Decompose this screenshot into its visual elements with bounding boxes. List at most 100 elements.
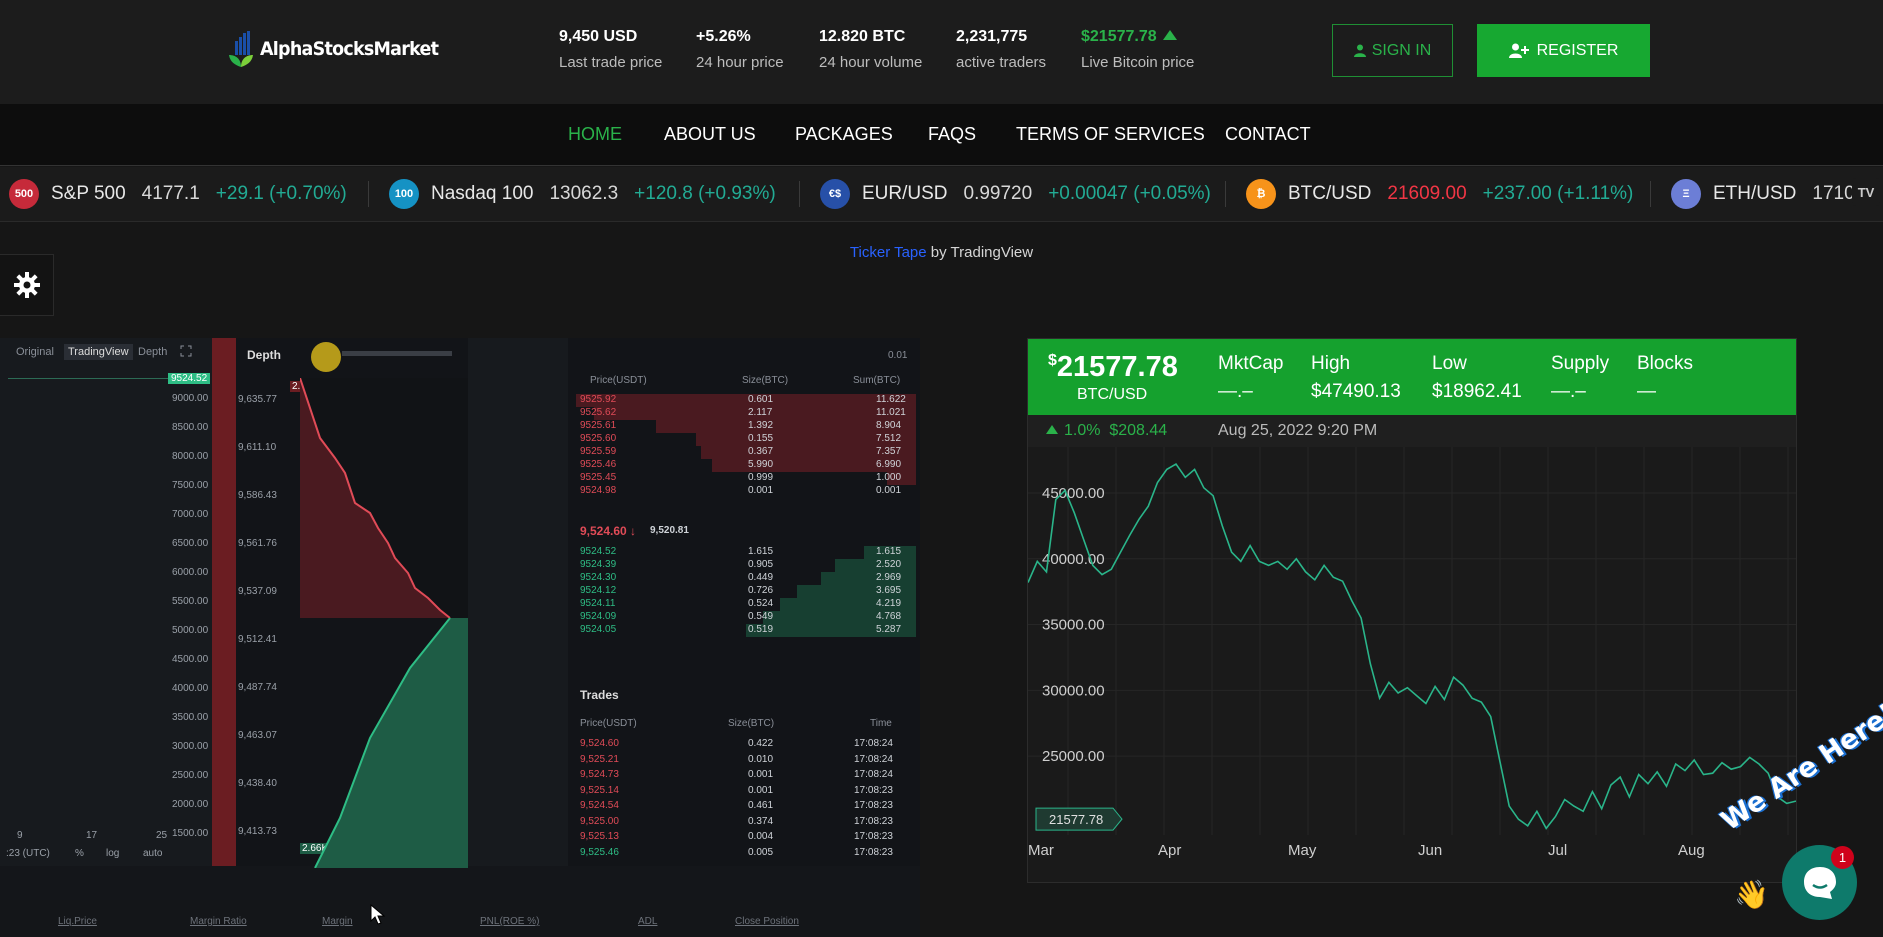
sign-in-label: SIGN IN bbox=[1371, 41, 1432, 59]
trades-header-size: Size(BTC) bbox=[728, 718, 775, 729]
lot-select[interactable]: 0.01 bbox=[888, 350, 907, 361]
top-header: AlphaStocksMarket 9,450 USD Last trade p… bbox=[0, 0, 1883, 104]
ticker-item-eurusd[interactable]: €$ EUR/USD 0.99720 +0.00047 (+0.05%) bbox=[820, 179, 1211, 209]
brand-name: AlphaStocksMarket bbox=[260, 38, 439, 60]
x-tick-label: Jul bbox=[1548, 842, 1567, 859]
ticker-item-nasdaq[interactable]: 100 Nasdaq 100 13062.3 +120.8 (+0.93%) bbox=[389, 179, 776, 209]
nav-about-us[interactable]: ABOUT US bbox=[664, 124, 756, 145]
nav-contact[interactable]: CONTACT bbox=[1225, 124, 1311, 145]
y-tick-label: 30000.00 bbox=[1042, 682, 1105, 699]
left-axis-tick: 9000.00 bbox=[172, 393, 209, 404]
depth-sidebar bbox=[212, 338, 236, 866]
ask-sum: 8.904 bbox=[876, 420, 902, 431]
stat-active-traders: 2,231,775 active traders bbox=[956, 28, 1046, 71]
stat-value: 9,450 USD bbox=[559, 28, 638, 45]
x-tick: 25 bbox=[156, 830, 168, 841]
chat-bubble-icon bbox=[1803, 866, 1836, 899]
left-axis-tick: 4000.00 bbox=[172, 683, 209, 694]
brand-logo[interactable]: AlphaStocksMarket bbox=[226, 26, 454, 72]
col-margin: Margin bbox=[322, 916, 353, 927]
depth-axis-tick: 9,611.10 bbox=[238, 442, 277, 453]
tradingview-logo-icon[interactable]: TV bbox=[1852, 178, 1880, 206]
trading-preview-image: Original TradingView Depth 9524.52 9000.… bbox=[0, 338, 920, 937]
trade-size: 0.001 bbox=[748, 769, 774, 780]
ob-header-price: Price(USDT) bbox=[590, 375, 647, 386]
sign-in-button[interactable]: SIGN IN bbox=[1332, 24, 1453, 77]
nav-packages[interactable]: PACKAGES bbox=[795, 124, 893, 145]
ask-size: 5.990 bbox=[748, 459, 774, 470]
tab-depth[interactable]: Depth bbox=[138, 346, 167, 358]
tab-original[interactable]: Original bbox=[16, 346, 54, 358]
register-button[interactable]: REGISTER bbox=[1477, 24, 1650, 77]
ticker-item-sp500[interactable]: 500 S&P 500 4177.1 +29.1 (+0.70%) bbox=[9, 179, 347, 209]
ticker-change: +0.00047 (+0.05%) bbox=[1048, 183, 1211, 204]
expand-icon[interactable] bbox=[180, 345, 192, 357]
nav-home[interactable]: HOME bbox=[568, 124, 622, 145]
left-axis-tick: 2500.00 bbox=[172, 770, 209, 781]
ticker-price: 13062.3 bbox=[549, 183, 619, 204]
nasdaq-icon: 100 bbox=[389, 179, 419, 209]
ask-size: 0.367 bbox=[748, 446, 774, 457]
bitcoin-icon: ₿ bbox=[1246, 179, 1276, 209]
left-axis-tick: 7500.00 bbox=[172, 480, 209, 491]
depth-chart-pane: Depth 9,635.77 9,611.10 9,586.43 9,561.76 9,… bbox=[236, 338, 468, 868]
depth-axis-tick: 9,463.07 bbox=[238, 730, 277, 741]
nav-faqs[interactable]: FAQS bbox=[928, 124, 976, 145]
stat-value: $21577.78 bbox=[1081, 28, 1194, 46]
ticker-item-ethusd[interactable]: Ξ ETH/USD 1710. bbox=[1671, 179, 1876, 209]
ticker-price: 4177.1 bbox=[141, 183, 200, 204]
widget-change: 1.0% $208.44 bbox=[1046, 422, 1167, 440]
auto-toggle[interactable]: auto bbox=[143, 848, 162, 859]
trade-price: 9,524.54 bbox=[580, 800, 619, 811]
bid-sum: 1.615 bbox=[876, 546, 902, 557]
x-tick-label: Mar bbox=[1028, 842, 1054, 859]
ask-size: 1.392 bbox=[748, 420, 774, 431]
ticker-divider bbox=[368, 181, 369, 207]
bid-sum: 5.287 bbox=[876, 624, 902, 635]
ticker-credit-text: by TradingView bbox=[926, 244, 1034, 261]
depth-title: Depth bbox=[247, 348, 281, 362]
settings-button[interactable] bbox=[0, 254, 54, 316]
ticker-item-btcusd[interactable]: ₿ BTC/USD 21609.00 +237.00 (+1.11%) bbox=[1246, 179, 1633, 209]
depth-slider[interactable] bbox=[342, 351, 452, 356]
ticker-tape-link[interactable]: Ticker Tape bbox=[850, 244, 927, 261]
left-axis-tick: 6000.00 bbox=[172, 567, 209, 578]
percent-toggle[interactable]: % bbox=[75, 848, 84, 859]
ask-price: 9525.45 bbox=[580, 472, 617, 483]
x-tick: 9 bbox=[17, 830, 23, 841]
depth-axis-tick: 9,586.43 bbox=[238, 490, 277, 501]
eur-usd-flag-icon: €$ bbox=[820, 179, 850, 209]
bid-price: 9524.39 bbox=[580, 559, 617, 570]
timezone-label[interactable]: :23 (UTC) bbox=[6, 848, 50, 859]
y-tick-label: 45000.00 bbox=[1042, 485, 1105, 502]
btc-price-widget: $21577.78 BTC/USD MktCap —.– High $47490.1… bbox=[1027, 338, 1797, 883]
left-axis-tick: 6500.00 bbox=[172, 538, 209, 549]
ask-price: 9525.61 bbox=[580, 420, 617, 431]
col-liq-price: Liq.Price bbox=[58, 916, 97, 927]
mouse-cursor-icon bbox=[370, 904, 386, 925]
chat-unread-badge: 1 bbox=[1831, 846, 1854, 869]
ask-sum: 7.512 bbox=[876, 433, 902, 444]
trade-size: 0.374 bbox=[748, 815, 774, 827]
trade-price: 9,525.46 bbox=[580, 846, 619, 858]
log-toggle[interactable]: log bbox=[106, 848, 119, 859]
tab-tradingview[interactable]: TradingView bbox=[64, 344, 133, 360]
arrow-up-icon bbox=[1162, 30, 1177, 40]
ethereum-icon: Ξ bbox=[1671, 179, 1701, 209]
nav-terms[interactable]: TERMS OF SERVICES bbox=[1016, 124, 1205, 145]
bid-size: 0.449 bbox=[748, 572, 774, 583]
ob-header-sum: Sum(BTC) bbox=[853, 375, 901, 386]
stat-live-bitcoin: $21577.78 Live Bitcoin price bbox=[1081, 28, 1194, 71]
last-price-label: 21577.78 bbox=[1049, 812, 1103, 827]
ticker-change: +120.8 (+0.93%) bbox=[634, 183, 776, 204]
mid-price: 9,524.60 ↓ bbox=[580, 524, 637, 538]
widget-header: $21577.78 BTC/USD MktCap —.– High $47490.1… bbox=[1028, 339, 1796, 415]
bid-price: 9524.12 bbox=[580, 585, 617, 596]
trade-price: 9,525.00 bbox=[580, 815, 619, 827]
bid-size: 0.519 bbox=[748, 624, 774, 635]
main-nav: HOME ABOUT US PACKAGES FAQS TERMS OF SER… bbox=[0, 104, 1883, 166]
orderbook-pane: 0.01 Price(USDT) Size(BTC) Sum(BTC) 9525… bbox=[568, 338, 920, 866]
widget-price: $21577.78 bbox=[1048, 351, 1178, 383]
sp500-icon: 500 bbox=[9, 179, 39, 209]
stat-last-trade: 9,450 USD Last trade price bbox=[559, 28, 662, 71]
